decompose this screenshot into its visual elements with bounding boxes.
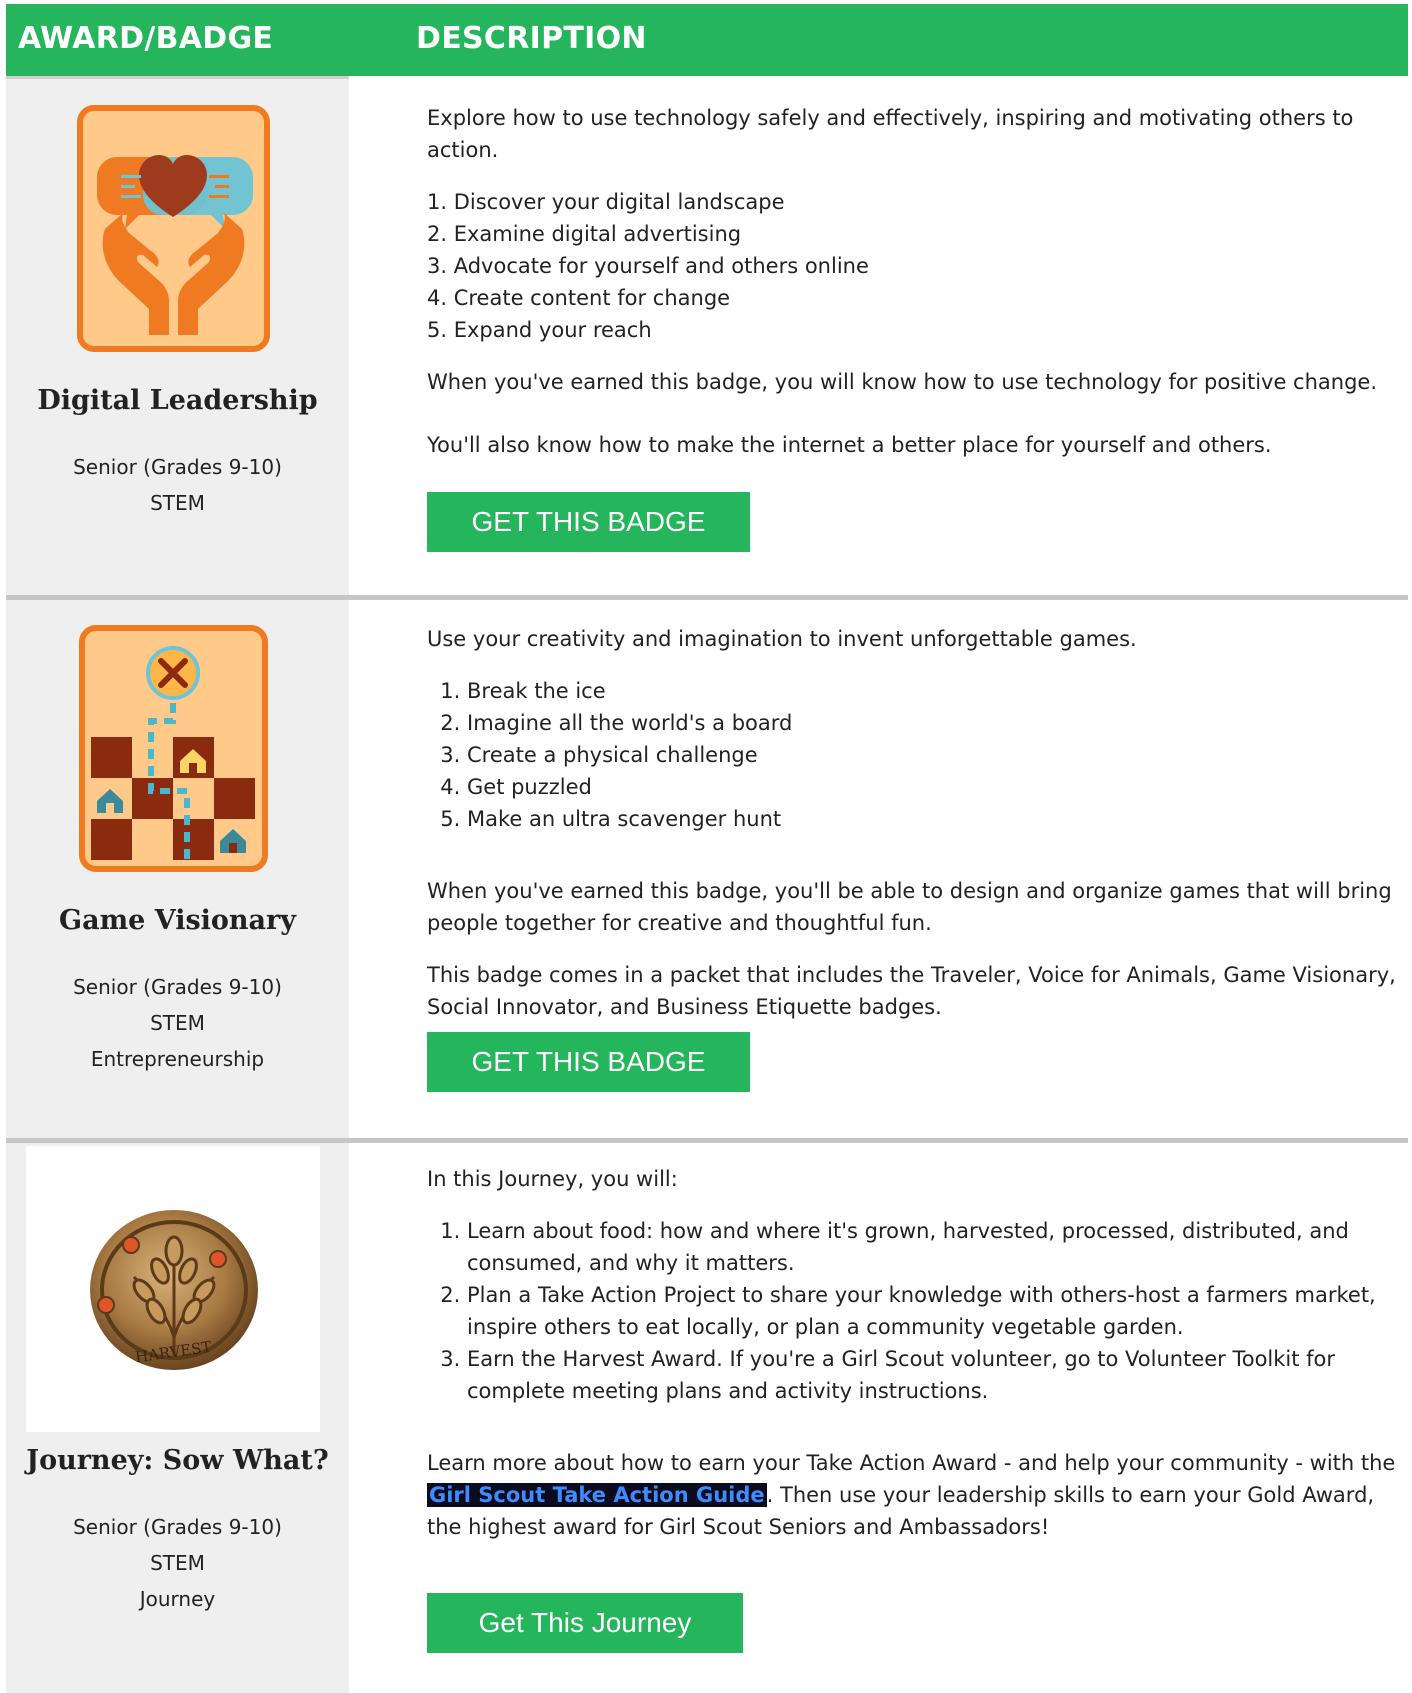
grade-level: Senior (Grades 9-10) [73, 1515, 282, 1539]
step-item: 3. Advocate for yourself and others onli… [427, 254, 869, 278]
badge-meta: Senior (Grades 9-10) STEM Entrepreneursh… [6, 969, 349, 1077]
badge-outcome: When you've earned this badge, you will … [427, 370, 1378, 394]
row-1-description: Explore how to use technology safely and… [427, 102, 1402, 461]
steps-list: Learn about food: how and where it's gro… [427, 1215, 1402, 1407]
category: Entrepreneurship [90, 1047, 265, 1071]
header-description: DESCRIPTION [349, 4, 1408, 76]
get-this-badge-button[interactable]: GET THIS BADGE [427, 1032, 750, 1092]
page: AWARD/BADGE DESCRIPTION Digital Leadersh… [0, 0, 1412, 1693]
harvest-pin-icon[interactable]: HARVEST [86, 1207, 262, 1373]
step-item: Earn the Harvest Award. If you're a Girl… [467, 1343, 1402, 1407]
badge-name: Game Visionary [59, 905, 296, 936]
category: STEM [150, 491, 205, 515]
grade-level: Senior (Grades 9-10) [73, 975, 282, 999]
badge-name: Digital Leadership [37, 385, 318, 416]
game-visionary-badge-icon[interactable] [79, 625, 268, 872]
category: Journey [139, 1587, 216, 1611]
badge-outcome: When you've earned this badge, you'll be… [427, 879, 1392, 935]
step-item: 1. Discover your digital landscape [427, 190, 785, 214]
step-item: 5. Expand your reach [427, 318, 652, 342]
step-item: Imagine all the world's a board [467, 707, 1402, 739]
grade-level: Senior (Grades 9-10) [73, 455, 282, 479]
step-item: 2. Examine digital advertising [427, 222, 742, 246]
step-item: Create a physical challenge [467, 739, 1402, 771]
get-this-journey-button[interactable]: Get This Journey [427, 1593, 743, 1653]
badge-intro: Use your creativity and imagination to i… [427, 627, 1137, 651]
take-action-guide-link[interactable]: Girl Scout Take Action Guide [427, 1483, 767, 1507]
badge-outcome: You'll also know how to make the interne… [427, 433, 1272, 457]
header-award-badge-label: AWARD/BADGE [18, 21, 274, 56]
badge-name: Journey: Sow What? [26, 1445, 329, 1476]
step-item: Make an ultra scavenger hunt [467, 803, 1402, 835]
header-award-badge: AWARD/BADGE [6, 4, 349, 76]
category: STEM [150, 1011, 205, 1035]
row-divider [6, 1138, 1408, 1143]
badge-meta: Senior (Grades 9-10) STEM Journey [6, 1509, 349, 1617]
take-action-note: Learn more about how to earn your Take A… [427, 1447, 1402, 1543]
badge-intro: Explore how to use technology safely and… [427, 106, 1354, 162]
row-divider [6, 595, 1408, 600]
get-this-badge-button[interactable]: GET THIS BADGE [427, 492, 750, 552]
take-action-text: Learn more about how to earn your Take A… [427, 1451, 1396, 1475]
steps-list: Break the ice Imagine all the world's a … [427, 675, 1402, 835]
step-item: Plan a Take Action Project to share your… [467, 1279, 1402, 1343]
category: STEM [150, 1551, 205, 1575]
badge-meta: Senior (Grades 9-10) STEM [6, 449, 349, 521]
step-item: Get puzzled [467, 771, 1402, 803]
row-2-description: Use your creativity and imagination to i… [427, 623, 1402, 1023]
row-3-description: In this Journey, you will: Learn about f… [427, 1163, 1402, 1543]
step-item: Break the ice [467, 675, 1402, 707]
steps-list: 1. Discover your digital landscape 2. Ex… [427, 186, 1402, 346]
step-item: 4. Create content for change [427, 286, 731, 310]
digital-leadership-badge-icon[interactable] [77, 105, 270, 352]
journey-intro: In this Journey, you will: [427, 1167, 678, 1191]
step-item: Learn about food: how and where it's gro… [467, 1215, 1402, 1279]
badge-packet-note: This badge comes in a packet that includ… [427, 963, 1396, 1019]
header-description-label: DESCRIPTION [416, 21, 647, 56]
